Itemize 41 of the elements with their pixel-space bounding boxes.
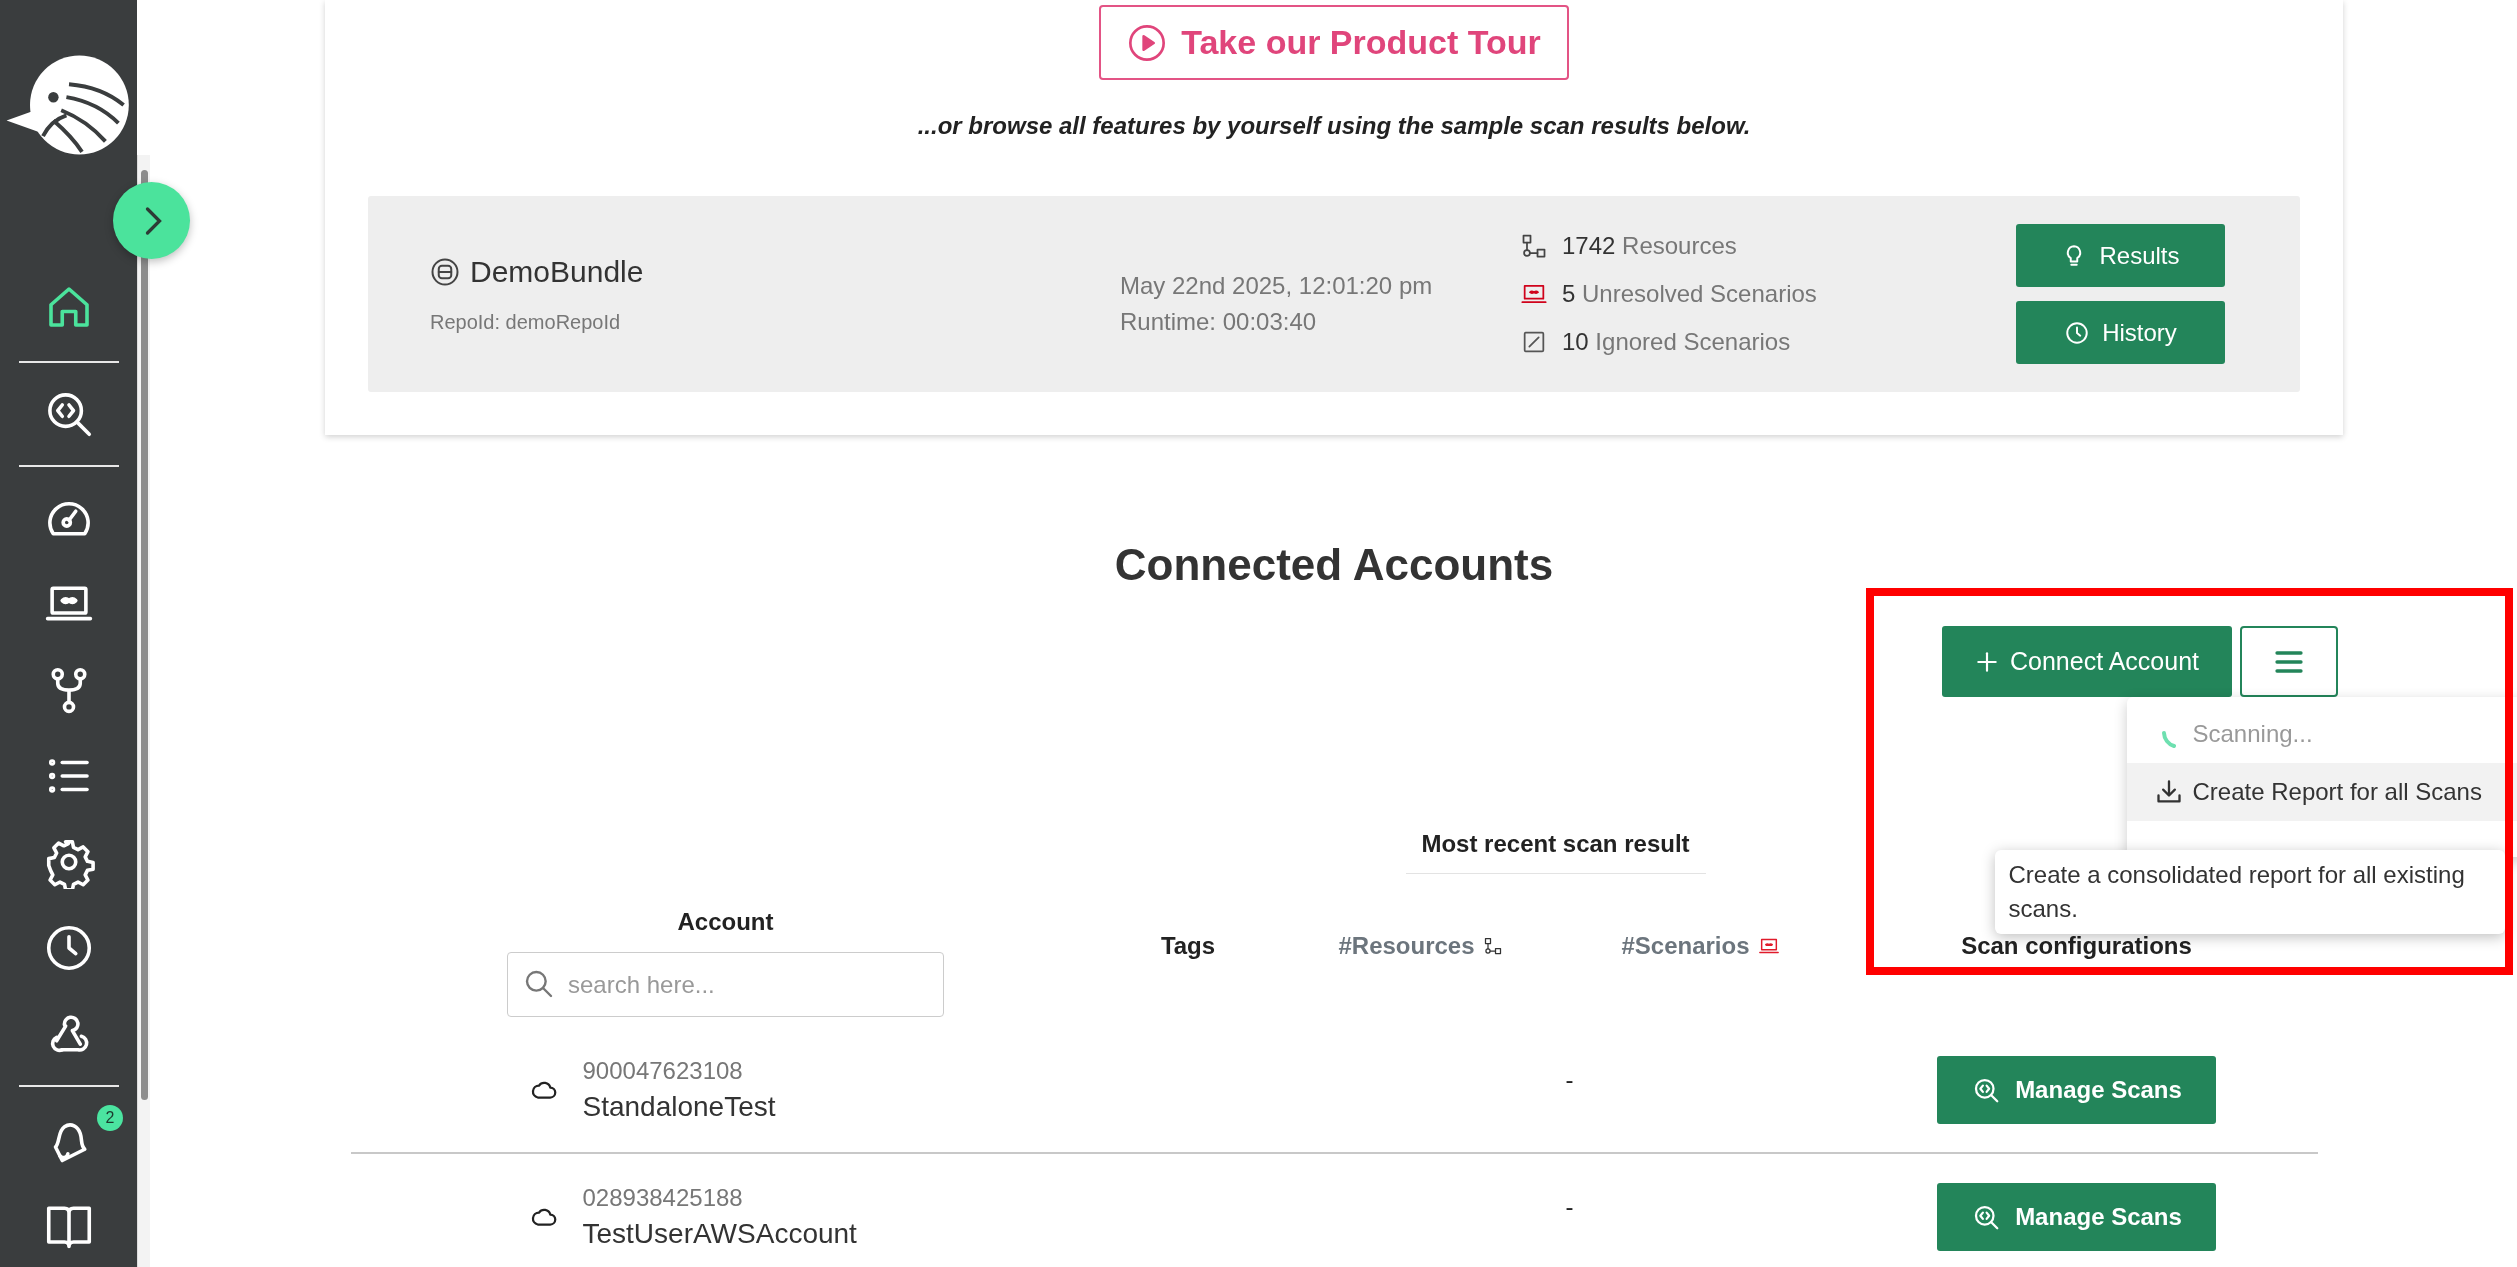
- clock-icon: [2064, 319, 2091, 346]
- manage-scans-button[interactable]: Manage Scans: [1937, 1182, 2216, 1251]
- column-header: Scan configurations: [1961, 931, 2192, 960]
- results-button[interactable]: Results: [2016, 224, 2225, 287]
- stat-label: 10 Ignored Scenarios: [1562, 327, 1791, 357]
- account-id: 900047623108: [582, 1055, 744, 1086]
- column-header: #Scenarios: [1621, 931, 1780, 960]
- tooltip: Create a consolidated report for all existing scans.: [1994, 850, 2505, 934]
- column-header: #Resources: [1338, 931, 1503, 960]
- column-header: Account: [677, 908, 774, 936]
- menu-button[interactable]: [2239, 626, 2338, 697]
- menu-item[interactable]: Create Report for all Scans: [2126, 763, 2517, 821]
- table-cell: -: [1565, 1192, 1574, 1221]
- account-name: StandaloneTest: [582, 1089, 776, 1124]
- runtime: Runtime: 00:03:40: [1120, 307, 1318, 337]
- nodes-icon: [1482, 935, 1503, 956]
- section-title: Connected Accounts: [1113, 539, 1555, 591]
- repo-id: RepoId: demoRepoId: [430, 310, 622, 334]
- scan-date: May 22nd 2025, 12:01:20 pm: [1120, 271, 1434, 301]
- database-icon: [430, 256, 460, 287]
- nodes-icon: [1520, 232, 1548, 260]
- connect-account-button[interactable]: Connect Account: [1941, 626, 2232, 697]
- notification-badge: 2: [97, 1105, 123, 1131]
- stat-label: 1742 Resources: [1562, 231, 1737, 261]
- play-icon: [1127, 22, 1168, 63]
- search-field[interactable]: search here...: [507, 952, 944, 1017]
- spinner-icon: [2161, 730, 2176, 748]
- subtitle: ...or browse all features by yourself using the sample scan results below.: [917, 111, 1751, 141]
- manage-scans-button[interactable]: Manage Scans: [1937, 1055, 2216, 1124]
- scrollbar[interactable]: [137, 155, 150, 1267]
- account-name: TestUserAWSAccount: [582, 1216, 857, 1251]
- download-icon: [2154, 778, 2183, 806]
- column-header: Tags: [1160, 931, 1216, 960]
- search-icon: [523, 968, 555, 1000]
- product-tour-button[interactable]: Take our Product Tour: [1099, 5, 1569, 80]
- history-button[interactable]: History: [2016, 301, 2225, 364]
- stat-label: 5 Unresolved Scenarios: [1562, 279, 1817, 309]
- bundle-name: DemoBundle: [470, 254, 644, 289]
- account-id: 028938425188: [582, 1182, 744, 1213]
- column-group-header: Most recent scan result: [1405, 829, 1706, 874]
- table-cell: -: [1565, 1065, 1574, 1094]
